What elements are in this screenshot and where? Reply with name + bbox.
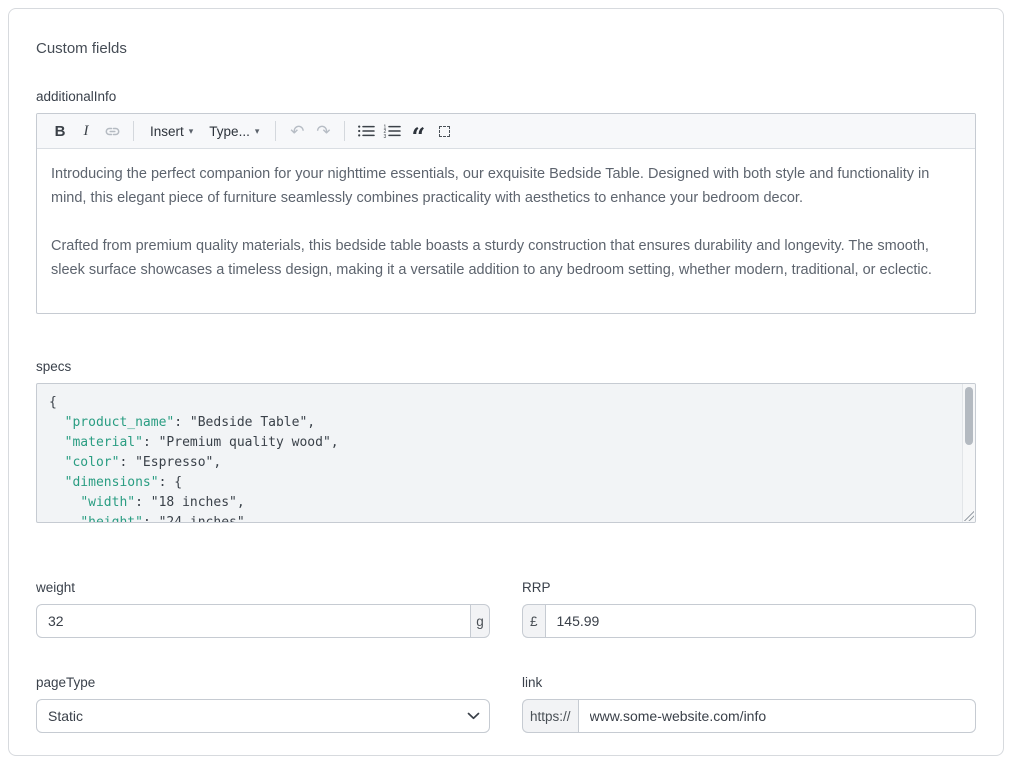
chevron-down-icon: ▾ bbox=[189, 126, 194, 137]
specs-code: { "product_name": "Bedside Table", "mate… bbox=[49, 393, 951, 523]
page-type-label: pageType bbox=[36, 674, 490, 691]
editor-paragraph: Crafted from premium quality materials, … bbox=[51, 234, 961, 282]
specs-scrollbar[interactable] bbox=[962, 384, 975, 522]
bold-button[interactable]: B bbox=[47, 118, 73, 144]
code-line: "width": "18 inches", bbox=[49, 493, 951, 513]
chevron-down-icon: ▾ bbox=[255, 126, 260, 137]
undo-icon: ↶ bbox=[290, 123, 304, 140]
type-dropdown[interactable]: Type... ▾ bbox=[201, 118, 267, 144]
blockquote-icon: “ bbox=[411, 132, 425, 142]
resize-grip[interactable] bbox=[963, 510, 974, 521]
code-line: "color": "Espresso", bbox=[49, 453, 951, 473]
rrp-label: RRP bbox=[522, 579, 976, 596]
link-protocol-addon: https:// bbox=[522, 699, 578, 733]
numbered-list-button[interactable]: 1 2 3 bbox=[379, 118, 405, 144]
specs-scrollbar-thumb[interactable] bbox=[965, 387, 973, 445]
weight-unit-addon: g bbox=[471, 604, 490, 638]
editor-content[interactable]: Introducing the perfect companion for yo… bbox=[37, 149, 975, 313]
type-dropdown-label: Type... bbox=[209, 124, 250, 139]
toolbar-divider bbox=[133, 121, 134, 141]
code-line: "height": "24 inches", bbox=[49, 513, 951, 523]
page-type-selected-value: Static bbox=[48, 708, 83, 724]
editor-paragraph: Introducing the perfect companion for yo… bbox=[51, 162, 961, 210]
link-label: link bbox=[522, 674, 976, 691]
weight-input-group: g bbox=[36, 604, 490, 638]
code-line: "material": "Premium quality wood", bbox=[49, 433, 951, 453]
link-input[interactable] bbox=[578, 699, 976, 733]
custom-fields-card: Custom fields additionalInfo B I Insert … bbox=[8, 8, 1004, 756]
insert-dropdown-label: Insert bbox=[150, 124, 184, 139]
weight-label: weight bbox=[36, 579, 490, 596]
editor-toolbar: B I Insert ▾ Type... ▾ bbox=[37, 114, 975, 149]
link-button[interactable] bbox=[99, 118, 125, 144]
specs-code-editor[interactable]: { "product_name": "Bedside Table", "mate… bbox=[36, 383, 976, 523]
blockquote-button[interactable]: “ bbox=[405, 118, 431, 144]
dashed-square-icon bbox=[439, 126, 450, 137]
additional-info-label: additionalInfo bbox=[36, 88, 976, 105]
code-line: "product_name": "Bedside Table", bbox=[49, 413, 951, 433]
bullet-list-button[interactable] bbox=[353, 118, 379, 144]
code-line: "dimensions": { bbox=[49, 473, 951, 493]
undo-button[interactable]: ↶ bbox=[284, 118, 310, 144]
specs-label: specs bbox=[36, 358, 976, 375]
page-type-select[interactable]: Static bbox=[36, 699, 490, 733]
redo-icon: ↷ bbox=[316, 123, 330, 140]
weight-input[interactable] bbox=[36, 604, 471, 638]
rich-text-editor: B I Insert ▾ Type... ▾ bbox=[36, 113, 976, 314]
code-line: { bbox=[49, 393, 951, 413]
numbered-list-icon: 1 2 3 bbox=[383, 124, 401, 138]
redo-button[interactable]: ↷ bbox=[310, 118, 336, 144]
rrp-input[interactable] bbox=[545, 604, 976, 638]
block-container-button[interactable] bbox=[431, 118, 457, 144]
link-icon bbox=[104, 123, 121, 140]
card-title: Custom fields bbox=[36, 39, 976, 59]
italic-button[interactable]: I bbox=[73, 118, 99, 144]
toolbar-divider bbox=[275, 121, 276, 141]
link-input-group: https:// bbox=[522, 699, 976, 733]
insert-dropdown[interactable]: Insert ▾ bbox=[142, 118, 201, 144]
rrp-currency-addon: £ bbox=[522, 604, 545, 638]
toolbar-divider bbox=[344, 121, 345, 141]
bullet-list-icon bbox=[357, 124, 375, 138]
rrp-input-group: £ bbox=[522, 604, 976, 638]
svg-text:3: 3 bbox=[384, 134, 387, 138]
